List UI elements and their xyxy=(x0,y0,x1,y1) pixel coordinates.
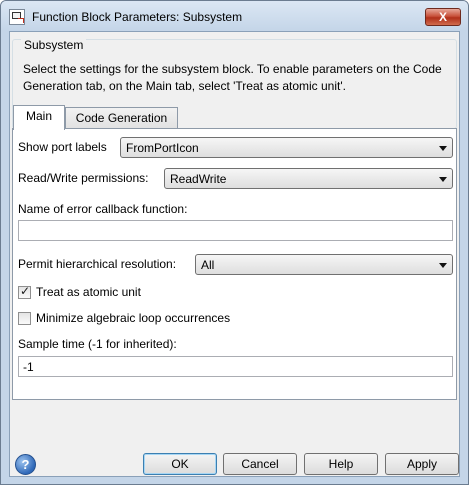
read-write-permissions-label: Read/Write permissions: xyxy=(18,171,149,185)
treat-atomic-label[interactable]: Treat as atomic unit xyxy=(36,285,141,299)
hierarchical-resolution-value: All xyxy=(201,258,215,272)
apply-button[interactable]: Apply xyxy=(385,453,459,475)
chevron-down-icon xyxy=(439,177,447,182)
chevron-down-icon xyxy=(439,263,447,268)
help-button[interactable]: Help xyxy=(304,453,378,475)
tab-main[interactable]: Main xyxy=(13,105,65,130)
hierarchical-resolution-dropdown[interactable]: All xyxy=(195,254,453,275)
show-port-labels-label: Show port labels xyxy=(18,140,107,154)
sample-time-field[interactable] xyxy=(18,356,453,377)
read-write-permissions-dropdown[interactable]: ReadWrite xyxy=(164,168,453,189)
block-description: Select the settings for the subsystem bl… xyxy=(23,62,442,93)
sample-time-input[interactable] xyxy=(19,357,452,376)
error-callback-label: Name of error callback function: xyxy=(18,202,188,216)
error-callback-input[interactable] xyxy=(19,221,452,240)
title-bar[interactable]: Function Block Parameters: Subsystem X xyxy=(1,1,468,31)
tab-code-generation[interactable]: Code Generation xyxy=(65,107,178,129)
treat-atomic-checkbox[interactable] xyxy=(18,284,31,299)
minimize-loop-label[interactable]: Minimize algebraic loop occurrences xyxy=(36,311,230,325)
main-tab-panel: Show port labels FromPortIcon Read/Write… xyxy=(12,128,457,400)
dialog-client-area: Subsystem Select the settings for the su… xyxy=(9,31,460,477)
sample-time-label: Sample time (-1 for inherited): xyxy=(18,337,177,351)
show-port-labels-value: FromPortIcon xyxy=(126,141,199,155)
cancel-button[interactable]: Cancel xyxy=(223,453,297,475)
dialog-window: Function Block Parameters: Subsystem X S… xyxy=(0,0,469,485)
minimize-loop-checkbox[interactable] xyxy=(18,312,31,325)
chevron-down-icon xyxy=(439,146,447,151)
read-write-permissions-value: ReadWrite xyxy=(170,172,227,186)
window-title: Function Block Parameters: Subsystem xyxy=(32,10,243,24)
ok-button[interactable]: OK xyxy=(143,453,217,475)
error-callback-field[interactable] xyxy=(18,220,453,241)
show-port-labels-dropdown[interactable]: FromPortIcon xyxy=(120,137,453,158)
hierarchical-resolution-label: Permit hierarchical resolution: xyxy=(18,257,177,271)
help-icon[interactable]: ? xyxy=(15,454,36,475)
group-title: Subsystem xyxy=(21,38,87,52)
simulink-block-icon xyxy=(9,9,25,25)
close-button[interactable]: X xyxy=(425,8,461,26)
